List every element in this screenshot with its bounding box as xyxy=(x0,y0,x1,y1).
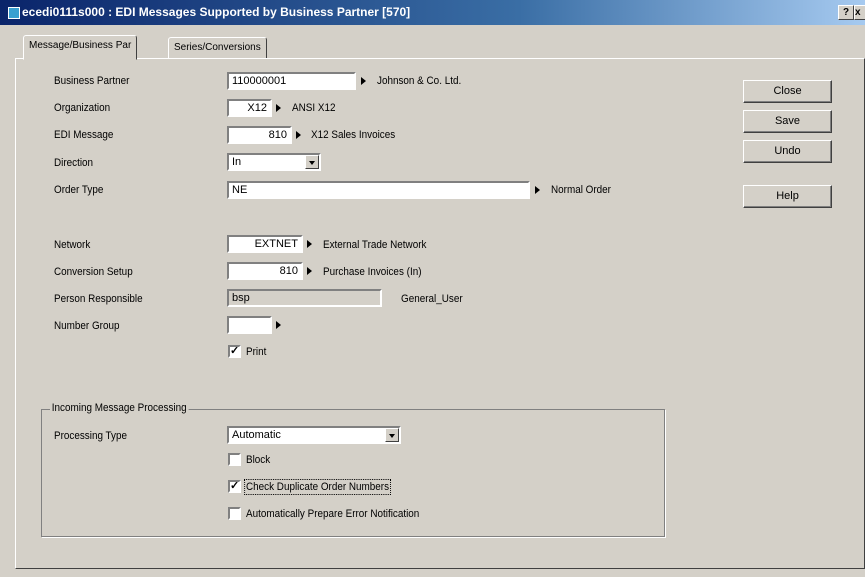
order-type-label: Order Type xyxy=(54,184,104,196)
order-type-description: Normal Order xyxy=(551,184,611,196)
close-title-button[interactable]: x xyxy=(854,5,865,20)
conversion-setup-label: Conversion Setup xyxy=(54,266,133,278)
block-checkbox[interactable] xyxy=(228,453,241,466)
conversion-setup-description: Purchase Invoices (In) xyxy=(323,266,422,278)
business-partner-label: Business Partner xyxy=(54,75,130,87)
window-title: ecedi0111s000 : EDI Messages Supported b… xyxy=(22,5,411,19)
title-bar: ecedi0111s000 : EDI Messages Supported b… xyxy=(0,0,865,25)
processing-type-select[interactable]: Automatic xyxy=(227,426,401,444)
direction-dropdown-icon[interactable] xyxy=(305,155,319,169)
close-button[interactable]: Close xyxy=(743,80,832,103)
auto-error-notification-label: Automatically Prepare Error Notification xyxy=(246,508,420,520)
save-button[interactable]: Save xyxy=(743,110,832,133)
incoming-processing-group-label: Incoming Message Processing xyxy=(50,402,189,414)
tab-message-business-partner[interactable]: Message/Business Par xyxy=(23,35,138,60)
business-partner-description: Johnson & Co. Ltd. xyxy=(377,75,462,87)
person-responsible-field[interactable]: bsp xyxy=(227,289,382,307)
business-partner-field[interactable]: 110000001 xyxy=(227,72,356,90)
check-duplicate-order-numbers-checkbox[interactable]: ✓ xyxy=(228,480,241,493)
edi-message-label: EDI Message xyxy=(54,129,114,141)
network-label: Network xyxy=(54,239,91,251)
business-partner-zoom-arrow-icon[interactable] xyxy=(361,77,366,85)
organization-label: Organization xyxy=(54,102,111,114)
block-label: Block xyxy=(246,454,271,466)
order-type-zoom-arrow-icon[interactable] xyxy=(535,186,540,194)
app-icon xyxy=(8,7,20,19)
tab-series-conversions[interactable]: Series/Conversions xyxy=(168,37,267,59)
number-group-field[interactable] xyxy=(227,316,272,334)
edi-message-description: X12 Sales Invoices xyxy=(311,129,396,141)
organization-zoom-arrow-icon[interactable] xyxy=(276,104,281,112)
check-duplicate-order-numbers-label: Check Duplicate Order Numbers xyxy=(244,479,391,495)
network-field[interactable]: EXTNET xyxy=(227,235,303,253)
order-type-field[interactable]: NE xyxy=(227,181,530,199)
network-description: External Trade Network xyxy=(323,239,427,251)
person-responsible-description: General_User xyxy=(401,293,463,305)
number-group-zoom-arrow-icon[interactable] xyxy=(276,321,281,329)
print-label: Print xyxy=(246,346,267,358)
direction-value: In xyxy=(232,156,242,168)
processing-type-value: Automatic xyxy=(232,429,281,441)
processing-type-dropdown-icon[interactable] xyxy=(385,428,399,442)
direction-select[interactable]: In xyxy=(227,153,321,171)
conversion-setup-field[interactable]: 810 xyxy=(227,262,303,280)
number-group-label: Number Group xyxy=(54,320,120,332)
network-zoom-arrow-icon[interactable] xyxy=(307,240,312,248)
edi-message-field[interactable]: 810 xyxy=(227,126,292,144)
undo-button[interactable]: Undo xyxy=(743,140,832,163)
print-checkbox[interactable]: ✓ xyxy=(228,345,241,358)
person-responsible-label: Person Responsible xyxy=(54,293,143,305)
processing-type-label: Processing Type xyxy=(54,430,128,442)
help-button[interactable]: Help xyxy=(743,185,832,208)
edi-message-zoom-arrow-icon[interactable] xyxy=(296,131,301,139)
direction-label: Direction xyxy=(54,157,94,169)
auto-error-notification-checkbox[interactable] xyxy=(228,507,241,520)
organization-field[interactable]: X12 xyxy=(227,99,272,117)
organization-description: ANSI X12 xyxy=(292,102,336,114)
help-title-button[interactable]: ? xyxy=(838,5,854,20)
conversion-setup-zoom-arrow-icon[interactable] xyxy=(307,267,312,275)
